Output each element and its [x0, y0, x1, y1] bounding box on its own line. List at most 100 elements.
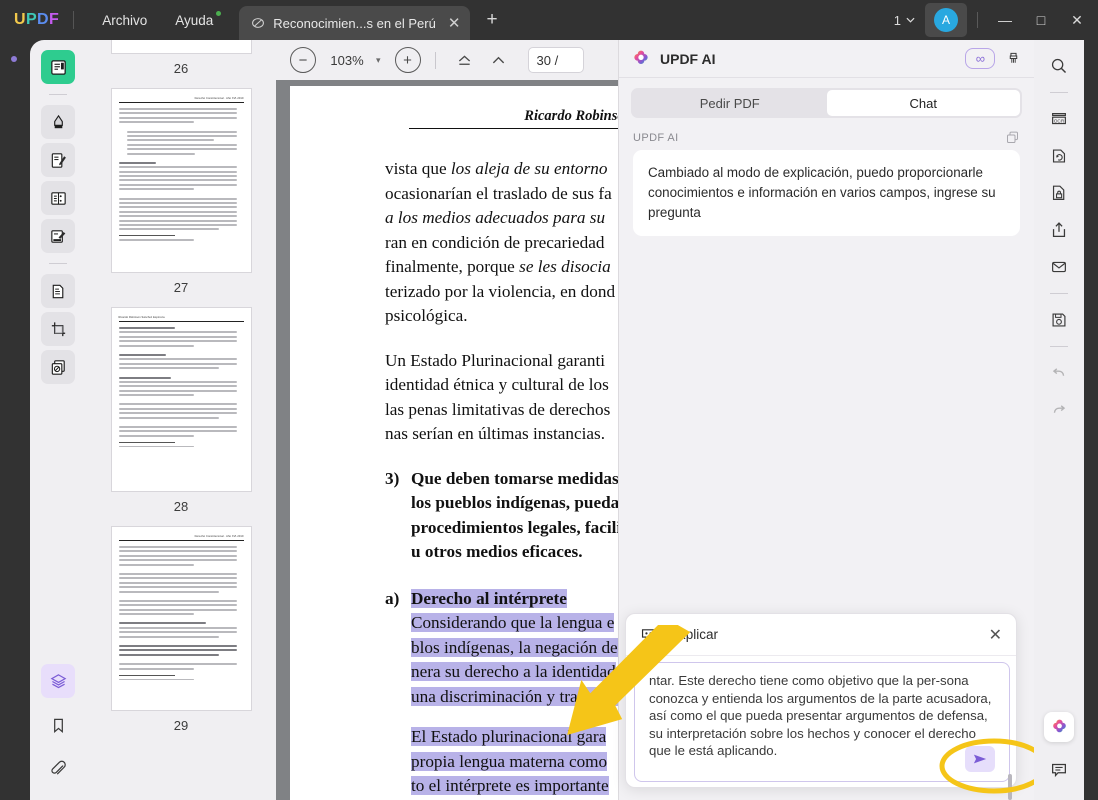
svg-text:OCR: OCR: [1054, 118, 1065, 124]
page-number-input[interactable]: 30 /: [527, 47, 584, 73]
menu-archivo[interactable]: Archivo: [88, 9, 161, 32]
convert-button[interactable]: [1042, 140, 1076, 172]
maximize-button[interactable]: □: [1024, 5, 1058, 35]
toolbar-divider: [434, 51, 436, 69]
left-toolbar-bottom: [41, 664, 75, 800]
reader-tool-button[interactable]: [41, 50, 75, 84]
explicar-popup: Explicar ✕ ntar. Este derecho tiene como…: [625, 613, 1017, 800]
crop-tool-button[interactable]: [41, 312, 75, 346]
selected-line: to el intérprete es importante: [411, 776, 609, 795]
close-window-button[interactable]: ✕: [1060, 5, 1094, 35]
ai-message-sender: UPDF AI: [633, 131, 679, 144]
save-button[interactable]: [1042, 304, 1076, 336]
menu-ayuda[interactable]: Ayuda: [161, 9, 227, 32]
updf-ai-float-button[interactable]: [1044, 712, 1074, 742]
selected-line: propia lengua materna como: [411, 751, 608, 771]
title-bar: U P D F Archivo Ayuda Reconocimien...s e…: [0, 0, 1098, 40]
para-line: identidad étnica y cultural de los: [385, 375, 609, 394]
zoom-dropdown-caret-icon[interactable]: ▾: [376, 55, 381, 66]
share-button[interactable]: [1042, 214, 1076, 246]
tab-chat[interactable]: Chat: [826, 90, 1020, 116]
search-icon: [1051, 58, 1067, 74]
send-button[interactable]: [965, 746, 995, 772]
chevron-up-icon: [492, 56, 505, 63]
protect-icon: [1052, 185, 1065, 200]
right-toolbar-divider: [1050, 92, 1068, 93]
protect-button[interactable]: [1042, 177, 1076, 209]
copy-icon[interactable]: [1005, 130, 1020, 145]
new-tab-button[interactable]: +: [486, 9, 497, 31]
explain-bubble-icon: [641, 629, 656, 642]
explicar-close-button[interactable]: ✕: [989, 625, 1002, 645]
crop-icon: [51, 321, 65, 336]
highlighter-tool-button[interactable]: [41, 105, 75, 139]
tab-close-icon[interactable]: ✕: [448, 14, 461, 32]
para-text-italic: los aleja de su entorno: [450, 159, 608, 178]
account-button[interactable]: A: [925, 3, 967, 37]
first-page-button[interactable]: [450, 47, 480, 73]
redo-icon: [1053, 405, 1066, 413]
document-tab[interactable]: Reconocimien...s en el Perú ✕: [239, 6, 471, 40]
unlimited-badge[interactable]: ∞: [964, 48, 995, 69]
explicar-scrollbar[interactable]: [1008, 774, 1012, 800]
undo-button[interactable]: [1042, 357, 1076, 389]
sign-tool-button[interactable]: [41, 219, 75, 253]
para-line: ocasionarían el traslado de sus fa: [385, 183, 612, 203]
selected-line: Considerando que la lengua e: [411, 613, 615, 632]
sub-item-body: Derecho al intérprete Considerando que l…: [411, 587, 619, 710]
logo-letter-u: U: [14, 11, 26, 28]
tab-pedir-pdf[interactable]: Pedir PDF: [633, 90, 827, 116]
form-tool-button[interactable]: [41, 181, 75, 215]
window-controls: 1 A — □ ✕: [886, 3, 1098, 37]
attachment-button[interactable]: [41, 752, 75, 786]
thumbnail-page-number: 28: [173, 499, 189, 514]
comment-icon: [1052, 763, 1066, 778]
thumbnail-page-preview: Derecho Constitucional · Año XVI-2019: [110, 88, 252, 273]
explicar-text-input[interactable]: ntar. Este derecho tiene como objetivo q…: [634, 662, 1010, 782]
item-line: u otros medios eficaces.: [411, 542, 583, 561]
avatar: A: [934, 8, 958, 32]
redo-button[interactable]: [1042, 394, 1076, 426]
highlighter-icon: [53, 114, 63, 128]
version-selector[interactable]: 1: [886, 9, 923, 32]
para-line: ran en condición de precariedad: [385, 232, 605, 252]
menu-ayuda-label: Ayuda: [175, 12, 214, 28]
search-button[interactable]: [1042, 50, 1076, 82]
right-toolbar-divider-3: [1050, 346, 1068, 347]
zoom-level-value: 103%: [330, 52, 364, 68]
right-toolbar-bottom: [1042, 712, 1076, 800]
window-controls-divider: [977, 12, 978, 28]
edit-pdf-tool-button[interactable]: [41, 143, 75, 177]
para-text-plain: vista que: [385, 159, 451, 178]
para-line: a los medios adecuados para su: [385, 208, 606, 227]
thumbnail-panel[interactable]: 26 Derecho Constitucional · Año XVI-2019: [86, 40, 276, 800]
zoom-out-button[interactable]: −: [290, 47, 316, 73]
thumbnail-item[interactable]: Derecho Constitucional · Año XVI-2019: [86, 526, 276, 745]
edit-pdf-icon: [51, 152, 66, 168]
thumbnail-item[interactable]: Ricardo Robinson Sánchez Espinoza 28: [86, 307, 276, 526]
ai-message-meta: UPDF AI: [633, 130, 1020, 145]
ai-message-bubble: Cambiado al modo de explicación, puedo p…: [633, 150, 1020, 236]
thumbnail-page-number: 27: [173, 280, 189, 295]
brush-icon[interactable]: [1005, 50, 1022, 67]
thumbnail-item[interactable]: Derecho Constitucional · Año XVI-2019: [86, 88, 276, 307]
zoom-in-button[interactable]: +: [394, 47, 421, 73]
previous-page-button[interactable]: [484, 47, 514, 73]
updf-ai-icon: [1052, 719, 1066, 732]
left-toolbar: [30, 40, 86, 800]
sign-icon: [50, 229, 65, 243]
send-arrow-icon: [973, 754, 987, 764]
email-button[interactable]: [1042, 251, 1076, 283]
pdf-doc-icon: [252, 18, 265, 28]
selected-heading: Derecho al intérprete: [411, 588, 567, 608]
bookmark-button[interactable]: [41, 708, 75, 742]
batch-tool-button[interactable]: [41, 350, 75, 384]
organize-pages-tool-button[interactable]: [41, 274, 75, 308]
minimize-button[interactable]: —: [988, 5, 1022, 35]
attachment-icon: [50, 760, 66, 774]
logo-letter-d: D: [37, 11, 50, 28]
thumbnail-item[interactable]: 26: [86, 40, 276, 88]
ocr-button[interactable]: OCR: [1042, 103, 1076, 135]
layers-button[interactable]: [41, 664, 75, 698]
comment-button[interactable]: [1042, 754, 1076, 786]
